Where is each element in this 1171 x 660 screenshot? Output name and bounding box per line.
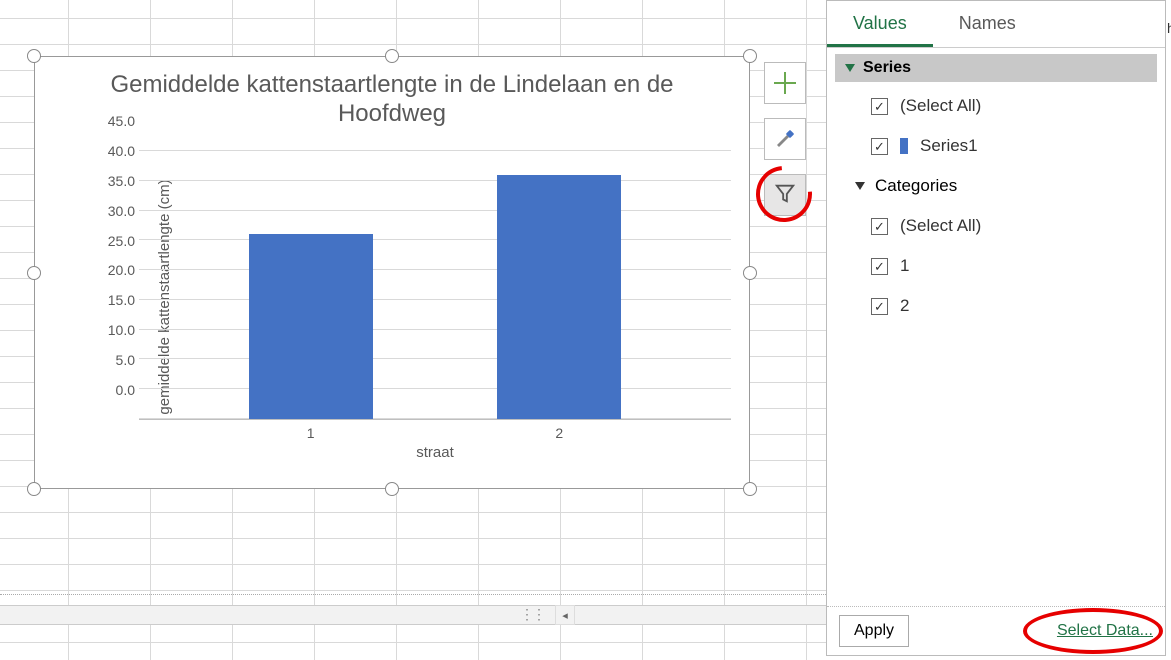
chart-elements-button[interactable] [764,62,806,104]
category-item-label: 1 [900,256,909,276]
x-tick-label: 1 [307,425,315,441]
filter-panel-footer: Apply Select Data... [827,606,1165,655]
plot: straat 12 [139,151,731,420]
resize-handle[interactable] [27,482,41,496]
apply-button[interactable]: Apply [839,615,909,647]
y-tick-label: 15.0 [108,292,135,308]
resize-handle[interactable] [27,49,41,63]
triangle-down-icon [845,64,855,72]
y-tick-label: 5.0 [116,352,135,368]
filter-tabs: Values Names [827,1,1165,48]
edge-char: h [1167,20,1171,36]
series-select-all[interactable]: (Select All) [837,86,1155,126]
y-tick-label: 10.0 [108,322,135,338]
checkbox-icon[interactable] [871,258,888,275]
categories-list: (Select All) 1 2 [827,202,1165,326]
gridline [139,358,731,359]
chart-filters-button[interactable] [764,174,806,216]
resize-handle[interactable] [743,482,757,496]
categories-group-header[interactable]: Categories [827,166,1165,202]
series-list: (Select All) Series1 [827,82,1165,166]
categories-select-all[interactable]: (Select All) [837,206,1155,246]
x-axis-label[interactable]: straat [416,444,454,461]
y-tick-label: 30.0 [108,203,135,219]
tab-values[interactable]: Values [827,1,933,47]
y-tick-label: 40.0 [108,143,135,159]
gridline [139,418,731,419]
gridline [139,269,731,270]
plus-icon [774,72,796,94]
y-tick-label: 45.0 [108,113,135,129]
series-group-header[interactable]: Series [835,54,1157,82]
resize-handle[interactable] [385,482,399,496]
chart-title[interactable]: Gemiddelde kattenstaartlengte in de Lind… [35,57,749,135]
series-item-label: Series1 [920,136,978,156]
resize-handle[interactable] [27,266,41,280]
category-item-label: 2 [900,296,909,316]
checkbox-icon[interactable] [871,298,888,315]
checkbox-icon[interactable] [871,218,888,235]
gridline [139,388,731,389]
category-item[interactable]: 1 [837,246,1155,286]
horizontal-scroll-bar[interactable] [0,605,826,625]
resize-handle[interactable] [743,49,757,63]
category-item[interactable]: 2 [837,286,1155,326]
scroll-left-button[interactable]: ◂ [555,605,575,625]
gridline [139,239,731,240]
chart-object[interactable]: Gemiddelde kattenstaartlengte in de Lind… [28,50,756,495]
resize-handle[interactable] [385,49,399,63]
chart-styles-button[interactable] [764,118,806,160]
resize-handle[interactable] [743,266,757,280]
select-data-link[interactable]: Select Data... [1057,622,1153,639]
tab-names[interactable]: Names [933,1,1042,47]
scroll-grip-icon[interactable]: ⋮⋮ [520,606,544,623]
x-tick-label: 2 [555,425,563,441]
series-color-swatch [900,138,908,154]
gridline [139,299,731,300]
y-tick-label: 0.0 [116,382,135,398]
series-header-label: Series [863,59,911,77]
y-tick-label: 35.0 [108,173,135,189]
y-tick-label: 25.0 [108,233,135,249]
gridline [139,329,731,330]
bar[interactable] [249,234,373,419]
categories-select-all-label: (Select All) [900,216,981,236]
y-axis-ticks: 0.05.010.015.020.025.030.035.040.045.0 [91,151,135,420]
gridline [139,210,731,211]
y-tick-label: 20.0 [108,262,135,278]
bar[interactable] [497,175,621,419]
chart-filters-panel: Values Names Series (Select All) Series1… [826,0,1166,656]
chart-area[interactable]: Gemiddelde kattenstaartlengte in de Lind… [34,56,750,489]
brush-icon [773,125,797,154]
checkbox-icon[interactable] [871,138,888,155]
series-item[interactable]: Series1 [837,126,1155,166]
sheet-divider [0,594,826,595]
checkbox-icon[interactable] [871,98,888,115]
gridline [139,150,731,151]
plot-area[interactable]: gemiddelde kattenstaartlengte (cm) 0.05.… [75,151,731,442]
triangle-down-icon [855,182,865,190]
funnel-icon [774,182,796,209]
gridline [139,180,731,181]
chart-side-buttons [764,62,806,216]
categories-header-label: Categories [875,176,957,196]
series-select-all-label: (Select All) [900,96,981,116]
